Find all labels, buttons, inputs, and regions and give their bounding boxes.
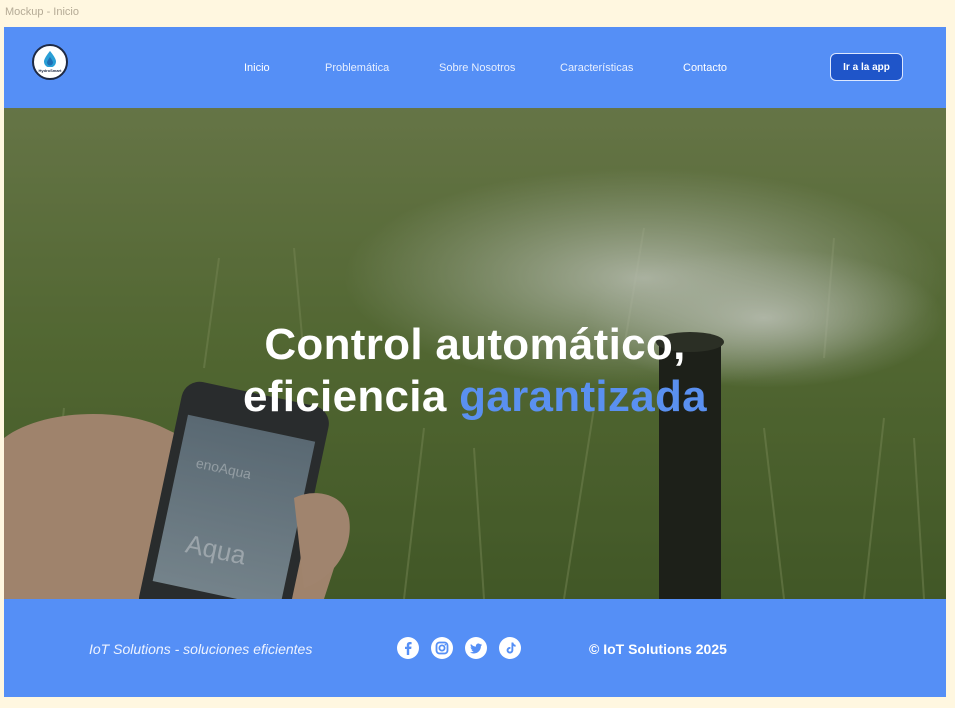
footer-tagline: IoT Solutions - soluciones eficientes	[89, 641, 313, 657]
nav-link-contacto[interactable]: Contacto	[683, 62, 727, 74]
water-drop-icon	[44, 51, 56, 67]
twitter-icon[interactable]	[465, 637, 487, 659]
logo-text: HydroSmart	[38, 68, 62, 73]
tiktok-icon[interactable]	[499, 637, 521, 659]
page-frame: HydroSmart Inicio Problemática Sobre Nos…	[4, 27, 946, 697]
nav-link-inicio[interactable]: Inicio	[244, 62, 270, 74]
instagram-icon[interactable]	[431, 637, 453, 659]
hero-headline-accent: garantizada	[459, 372, 707, 421]
nav-link-caracteristicas[interactable]: Características	[560, 62, 633, 74]
facebook-icon[interactable]	[397, 637, 419, 659]
hero-headline-line1: Control automático,	[264, 320, 686, 369]
nav-link-problematica[interactable]: Problemática	[325, 62, 389, 74]
frame-label: Mockup - Inicio	[5, 6, 79, 18]
hydrosmart-logo[interactable]: HydroSmart	[32, 44, 68, 80]
nav-link-sobre-nosotros[interactable]: Sobre Nosotros	[439, 62, 515, 74]
hero-headline-prefix: eficiencia	[243, 372, 460, 421]
top-navbar: HydroSmart Inicio Problemática Sobre Nos…	[4, 27, 946, 108]
hero-section: enoAqua Aqua Control automático, eficien…	[4, 108, 946, 599]
hero-headline-line2: eficiencia garantizada	[4, 372, 946, 422]
footer-copyright: © IoT Solutions 2025	[589, 641, 727, 657]
go-to-app-button[interactable]: Ir a la app	[830, 53, 903, 81]
footer: IoT Solutions - soluciones eficientes © …	[4, 599, 946, 697]
